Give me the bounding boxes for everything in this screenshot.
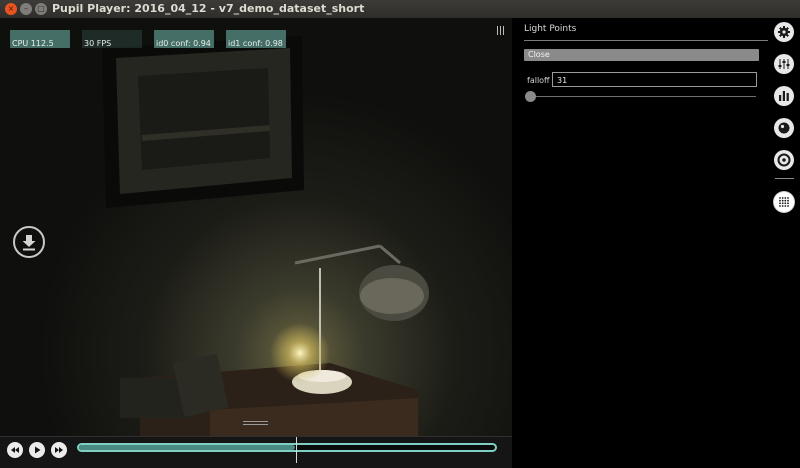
fps-graph-label: 30 FPS	[84, 39, 112, 48]
play-icon	[35, 446, 41, 454]
confidence-graph-0: id0 conf: 0.94	[154, 30, 214, 48]
world-video-view[interactable]: CPU 112.5 30 FPS id0 conf: 0.94 id1 conf…	[0, 18, 512, 436]
fixation-button[interactable]	[774, 118, 794, 138]
seek-bar-fill	[79, 445, 295, 450]
rewind-button[interactable]	[7, 442, 23, 458]
light-points-button[interactable]	[774, 192, 794, 212]
target-icon	[777, 153, 791, 167]
download-button[interactable]	[13, 226, 45, 258]
plugin-icon-bar	[768, 18, 800, 468]
cpu-graph-label: CPU 112.5	[12, 39, 54, 48]
hamburger-menu-icon[interactable]	[496, 26, 506, 35]
fps-graph: 30 FPS	[82, 30, 142, 48]
falloff-slider[interactable]	[529, 96, 756, 97]
falloff-slider-handle[interactable]	[525, 91, 536, 102]
panel-title: Light Points	[524, 24, 577, 34]
close-button[interactable]: Close	[524, 49, 759, 61]
confidence-graph-1: id1 conf: 0.98	[226, 30, 286, 48]
plugin-manager-button[interactable]	[774, 54, 794, 74]
scene-image	[0, 18, 512, 436]
confidence-graph-0-label: id0 conf: 0.94	[156, 39, 211, 48]
settings-button[interactable]	[774, 22, 794, 42]
window-title: Pupil Player: 2016_04_12 - v7_demo_datas…	[52, 2, 365, 15]
icon-bar-divider	[775, 178, 794, 179]
fast-forward-button[interactable]	[51, 442, 67, 458]
gaze-button[interactable]	[774, 150, 794, 170]
panel-divider	[524, 40, 768, 41]
timeline-drag-handle[interactable]	[243, 420, 268, 426]
fixation-icon	[778, 122, 790, 134]
bar-chart-icon	[779, 91, 789, 101]
playhead[interactable]	[296, 437, 297, 463]
fast-forward-icon	[55, 447, 63, 453]
confidence-graph-1-label: id1 conf: 0.98	[228, 39, 283, 48]
sliders-icon	[778, 59, 790, 69]
falloff-input[interactable]: 31	[552, 72, 757, 87]
window-minimize-button[interactable]: –	[20, 3, 32, 15]
window-close-button[interactable]: ×	[5, 3, 17, 15]
light-points-panel: Light Points Close falloff 31	[512, 18, 768, 468]
download-icon	[22, 235, 36, 251]
falloff-label: falloff	[527, 76, 550, 85]
seek-bar[interactable]	[77, 443, 497, 452]
cpu-graph: CPU 112.5	[10, 30, 70, 48]
play-button[interactable]	[29, 442, 45, 458]
light-points-icon	[779, 197, 789, 207]
playback-bar	[0, 436, 512, 468]
rewind-icon	[11, 447, 19, 453]
window-titlebar: × – □ Pupil Player: 2016_04_12 - v7_demo…	[0, 0, 800, 19]
statistics-button[interactable]	[774, 86, 794, 106]
window-maximize-button[interactable]: □	[35, 3, 47, 15]
gear-icon	[778, 26, 790, 38]
